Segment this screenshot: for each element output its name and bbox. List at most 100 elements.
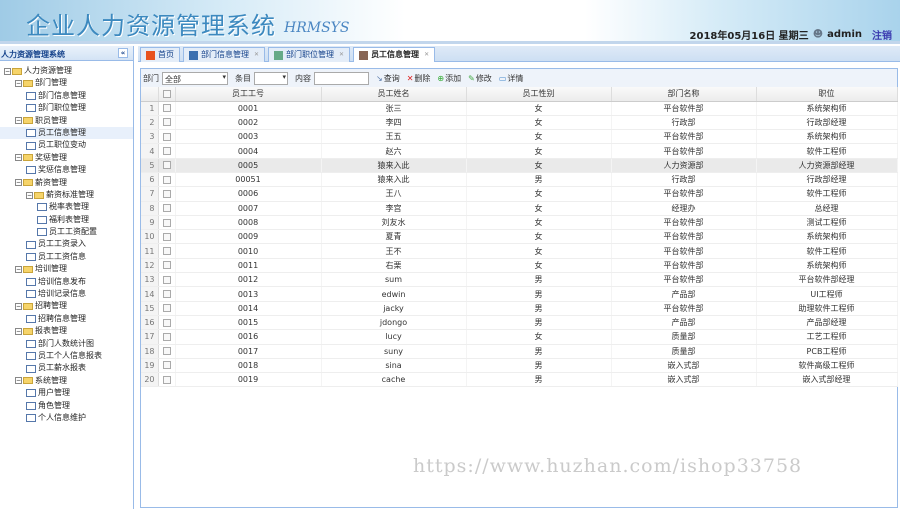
sidebar-item[interactable]: − 薪资标准管理 (0, 189, 133, 201)
sidebar-item[interactable]: − 报表管理 (0, 325, 133, 337)
column-header[interactable]: 职位 (756, 87, 898, 102)
row-checkbox-cell[interactable] (158, 372, 176, 388)
row-checkbox-cell[interactable] (158, 258, 176, 274)
row-checkbox-cell[interactable] (158, 358, 176, 374)
table-row[interactable]: 17 0016 lucy 女质量部 工艺工程师 (141, 329, 898, 345)
table-row[interactable]: 9 0008 刘友水女平台软件部 测试工程师 (141, 215, 898, 231)
sidebar-item[interactable]: − 部门管理 (0, 77, 133, 89)
row-checkbox[interactable] (162, 175, 171, 184)
sidebar-item[interactable]: − 人力资源管理 (0, 65, 133, 77)
sidebar-item[interactable]: 员工职位变动 (0, 139, 133, 151)
row-checkbox[interactable] (162, 132, 171, 141)
table-row[interactable]: 13 0012 sum 男平台软件部 平台软件部经理 (141, 272, 898, 288)
close-tab-icon[interactable]: ✕ (254, 48, 259, 62)
search-button[interactable]: ↘ 查询 (376, 73, 400, 84)
table-row[interactable]: 3 0003 王五女平台软件部 系统架构师 (141, 129, 898, 145)
row-checkbox[interactable] (162, 275, 171, 284)
table-row[interactable]: 6 00051 猿来入此男行政部 行政部经理 (141, 172, 898, 188)
tab-1[interactable]: 首页 (140, 47, 180, 62)
tab-2[interactable]: 部门信息管理 ✕ (183, 47, 266, 62)
column-header[interactable]: 员工性别 (466, 87, 612, 102)
row-checkbox[interactable] (162, 375, 171, 384)
row-checkbox-cell[interactable] (158, 129, 176, 145)
collapse-toggle-icon[interactable]: − (15, 80, 22, 88)
delete-button[interactable]: ✕ 删除 (407, 73, 431, 84)
table-row[interactable]: 18 0017 suny 男质量部 PCB工程师 (141, 344, 898, 359)
content-input[interactable] (314, 71, 369, 85)
row-checkbox-cell[interactable] (158, 172, 176, 188)
sidebar-item[interactable]: − 薪资管理 (0, 177, 133, 189)
row-checkbox[interactable] (162, 147, 171, 156)
row-checkbox[interactable] (162, 189, 171, 198)
row-checkbox-cell[interactable] (158, 243, 176, 259)
row-checkbox-cell[interactable] (158, 272, 176, 288)
row-checkbox[interactable] (162, 318, 171, 327)
row-checkbox-cell[interactable] (158, 143, 176, 159)
sidebar-item[interactable]: − 培训管理 (0, 263, 133, 275)
sidebar-item[interactable]: 员工薪水报表 (0, 362, 133, 374)
logout-link[interactable]: 注销 (872, 27, 892, 42)
row-checkbox-cell[interactable] (158, 344, 176, 359)
sidebar-item[interactable]: 培训信息发布 (0, 276, 133, 288)
sidebar-item[interactable]: 员工信息管理 (0, 126, 133, 140)
column-header[interactable]: 员工姓名 (321, 87, 467, 102)
table-row[interactable]: 11 0010 王不女平台软件部 软件工程师 (141, 243, 898, 259)
row-checkbox-cell[interactable] (158, 229, 176, 245)
detail-button[interactable]: ▭ 详情 (499, 73, 524, 84)
row-checkbox-cell[interactable] (158, 286, 176, 302)
row-checkbox[interactable] (162, 161, 171, 170)
collapse-toggle-icon[interactable]: − (26, 191, 33, 199)
collapse-toggle-icon[interactable]: − (15, 377, 22, 385)
table-row[interactable]: 16 0015 jdongo 男产品部 产品部经理 (141, 315, 898, 331)
table-row[interactable]: 2 0002 李四女行政部 行政部经理 (141, 115, 898, 131)
row-checkbox-cell[interactable] (158, 186, 176, 202)
sidebar-item[interactable]: 员工工资录入 (0, 238, 133, 250)
row-checkbox-cell[interactable] (158, 101, 176, 116)
row-checkbox[interactable] (162, 118, 171, 127)
table-row[interactable]: 7 0006 王八女平台软件部 软件工程师 (141, 186, 898, 202)
table-row[interactable]: 20 0019 cache 男嵌入式部 嵌入式部经理 (141, 372, 898, 388)
table-row[interactable]: 4 0004 赵六女平台软件部 软件工程师 (141, 143, 898, 159)
row-checkbox-cell[interactable] (158, 158, 176, 173)
sidebar-item[interactable]: 福利表管理 (0, 214, 133, 226)
sidebar-item[interactable]: 部门人数统计图 (0, 338, 133, 350)
row-checkbox[interactable] (162, 290, 171, 298)
row-checkbox-cell[interactable] (158, 315, 176, 331)
table-row[interactable]: 1 0001 张三女平台软件部 系统架构师 (141, 101, 898, 116)
row-checkbox-cell[interactable] (158, 115, 176, 131)
sidebar-item[interactable]: 员工个人信息报表 (0, 350, 133, 362)
close-tab-icon[interactable]: ✕ (424, 48, 429, 62)
table-row[interactable]: 5 0005 猿来入此女人力资源部 人力资源部经理 (141, 158, 898, 173)
collapse-toggle-icon[interactable]: − (15, 327, 22, 335)
tab-3[interactable]: 部门职位管理 ✕ (268, 47, 351, 62)
table-row[interactable]: 12 0011 右栗女平台软件部 系统架构师 (141, 258, 898, 274)
row-checkbox[interactable] (162, 361, 171, 370)
sidebar-item[interactable]: 用户管理 (0, 387, 133, 399)
row-checkbox-cell[interactable] (158, 201, 176, 216)
collapse-toggle-icon[interactable]: − (4, 67, 11, 75)
row-checkbox[interactable] (162, 218, 171, 227)
sidebar-item[interactable]: 奖惩信息管理 (0, 164, 133, 176)
column-header[interactable]: 员工工号 (175, 87, 322, 102)
collapse-toggle-icon[interactable]: − (15, 117, 22, 125)
sidebar-item[interactable]: − 系统管理 (0, 375, 133, 387)
close-tab-icon[interactable]: ✕ (339, 48, 344, 62)
sidebar-item[interactable]: 员工工资配置 (0, 226, 133, 238)
row-checkbox[interactable] (162, 261, 171, 270)
checkbox[interactable] (162, 89, 171, 98)
row-checkbox-cell[interactable] (158, 215, 176, 231)
table-row[interactable]: 15 0014 jacky 男平台软件部 助理软件工程师 (141, 301, 898, 316)
row-checkbox[interactable] (162, 247, 171, 256)
column-header[interactable]: 部门名称 (611, 87, 757, 102)
row-checkbox[interactable] (162, 204, 171, 213)
row-checkbox-cell[interactable] (158, 329, 176, 345)
sidebar-item[interactable]: − 奖惩管理 (0, 152, 133, 164)
row-checkbox[interactable] (162, 304, 171, 313)
sidebar-item[interactable]: 培训记录信息 (0, 288, 133, 300)
tab-4[interactable]: 员工信息管理 ✕ (353, 47, 436, 62)
row-checkbox-cell[interactable] (158, 301, 176, 316)
table-row[interactable]: 10 0009 夏青女平台软件部 系统架构师 (141, 229, 898, 245)
dept-select[interactable]: 全部 ▾ (162, 71, 228, 85)
sidebar-item[interactable]: − 职员管理 (0, 115, 133, 127)
table-row[interactable]: 14 0013 edwin 男产品部 UI工程师 (141, 286, 898, 302)
